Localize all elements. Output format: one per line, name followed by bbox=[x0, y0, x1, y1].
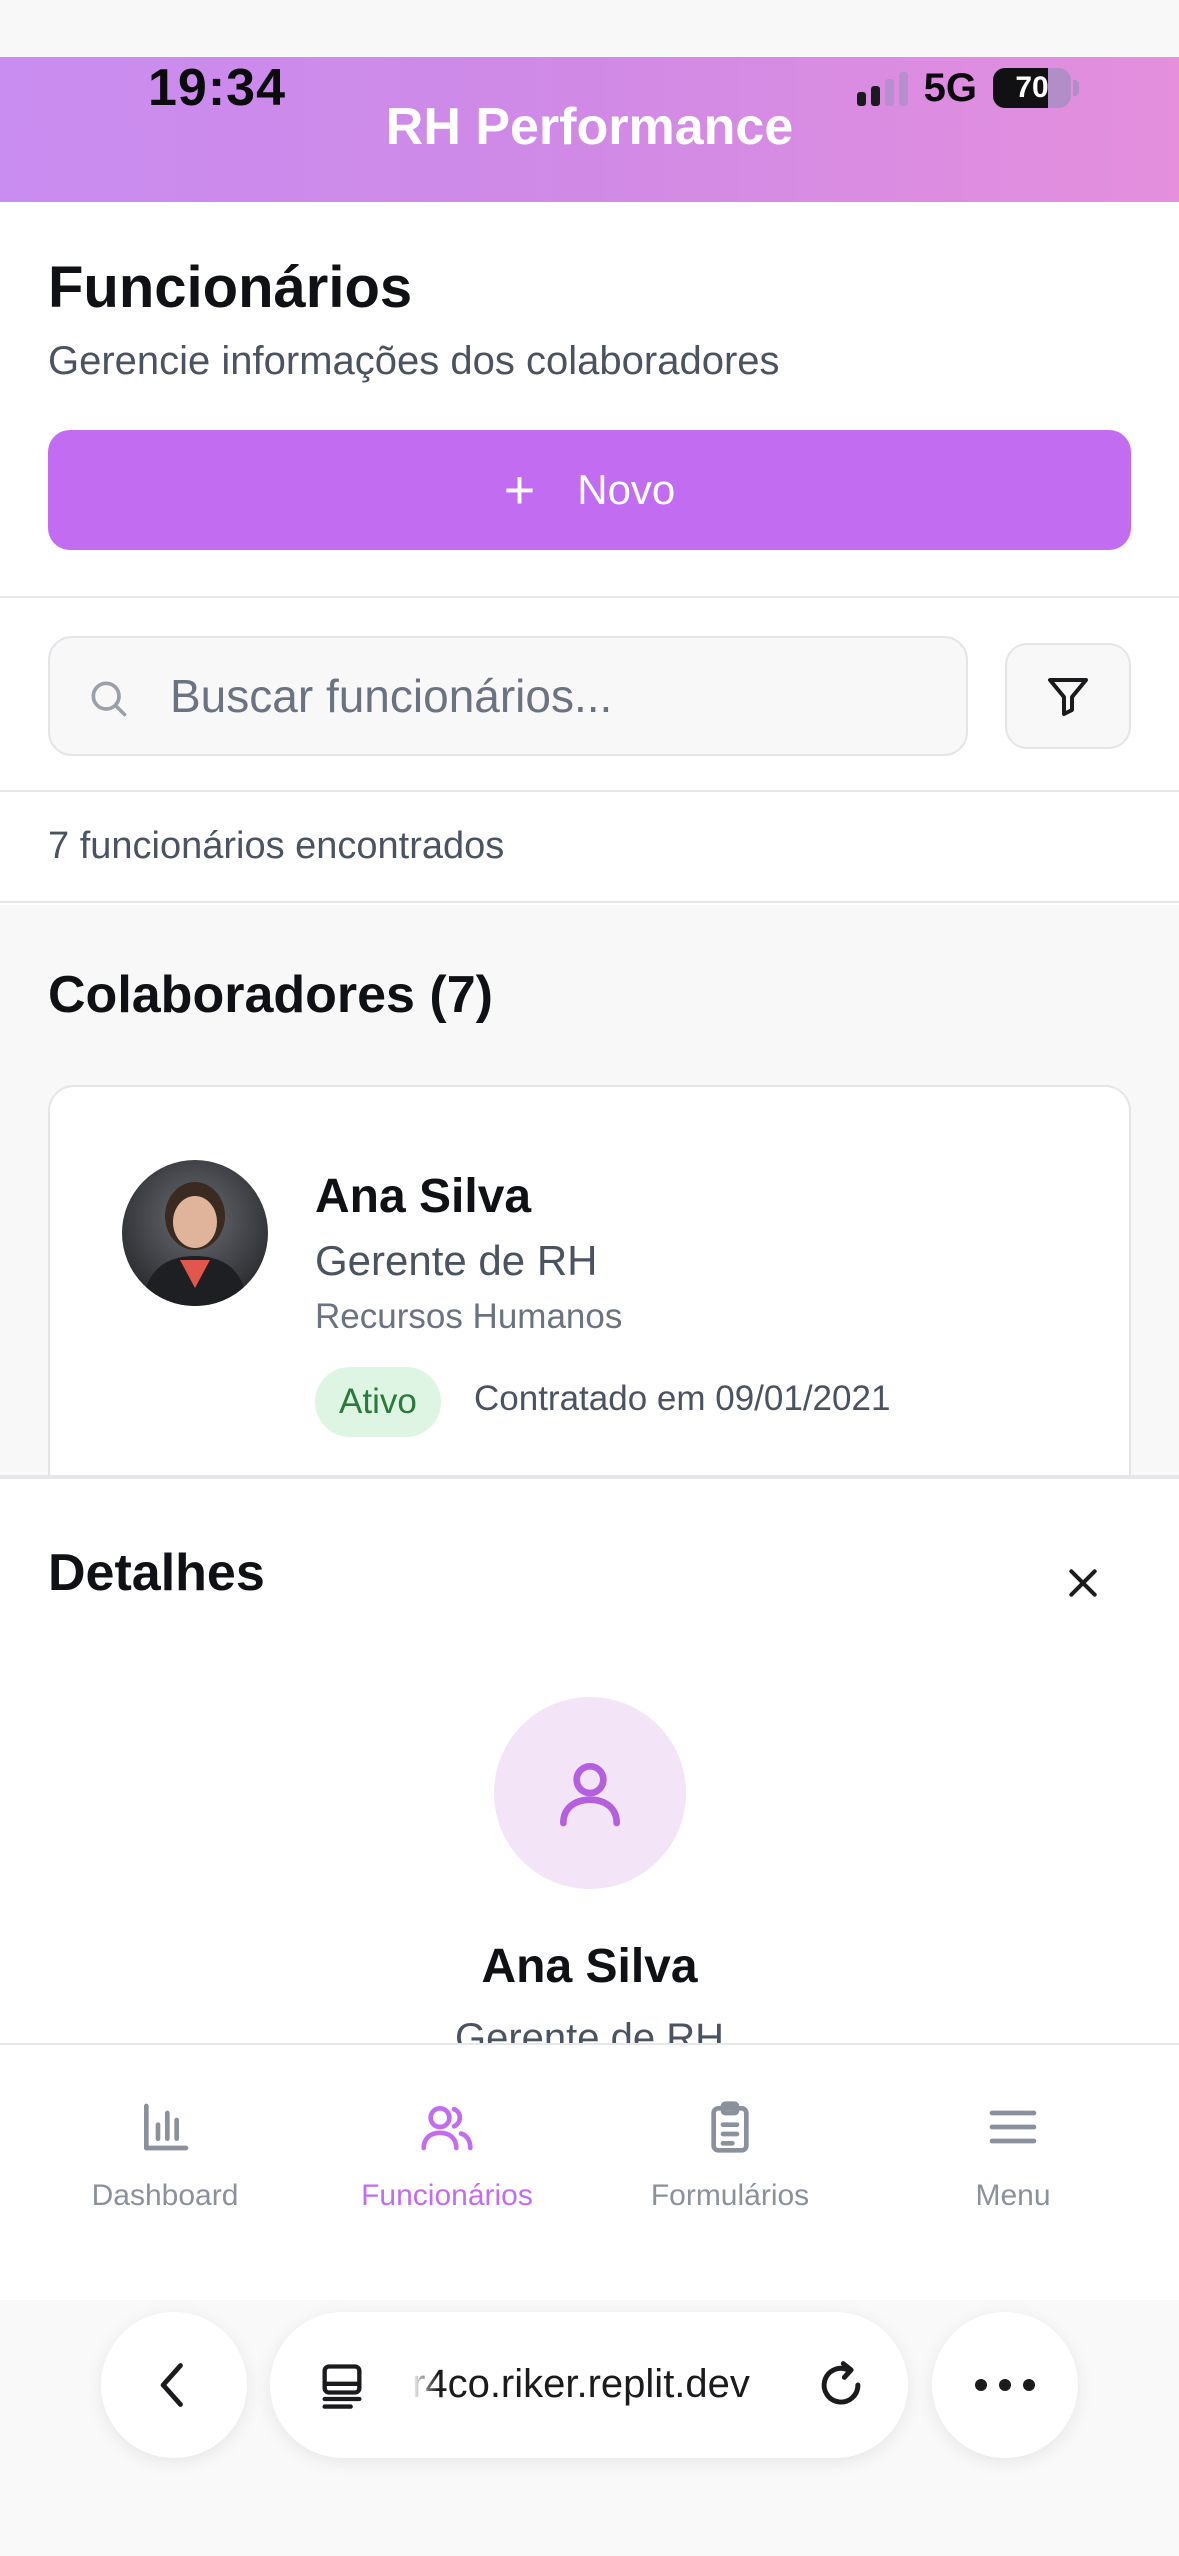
page-title: Funcionários bbox=[48, 255, 413, 320]
avatar bbox=[122, 1160, 268, 1306]
clipboard-list-icon bbox=[711, 2101, 749, 2153]
new-button-label: Novo bbox=[577, 466, 676, 513]
results-count: 7 funcionários encontrados bbox=[48, 825, 505, 867]
nav-item-menu[interactable]: Menu bbox=[883, 2099, 1143, 2213]
browser-back-button[interactable] bbox=[101, 2312, 247, 2458]
nav-label: Menu bbox=[975, 2179, 1051, 2212]
new-employee-button[interactable]: + Novo bbox=[48, 430, 1131, 550]
close-button[interactable] bbox=[1055, 1555, 1111, 1611]
more-button[interactable] bbox=[932, 2312, 1078, 2458]
nav-label: Funcionários bbox=[361, 2179, 533, 2212]
reload-icon[interactable] bbox=[814, 2358, 868, 2412]
employee-name: Ana Silva bbox=[315, 1170, 532, 1223]
users-icon bbox=[421, 2106, 473, 2151]
page-header: Funcionários Gerencie informações dos co… bbox=[0, 202, 1179, 598]
details-panel: Detalhes Ana Silva Gerente de RH bbox=[0, 1475, 1179, 2045]
nav-label: Dashboard bbox=[91, 2179, 239, 2212]
battery-icon: 70 bbox=[993, 68, 1071, 108]
nav-item-dashboard[interactable]: Dashboard bbox=[35, 2099, 295, 2213]
page-subtitle: Gerencie informações dos colaboradores bbox=[48, 339, 780, 383]
hire-date: Contratado em 09/01/2021 bbox=[474, 1379, 891, 1418]
filter-button[interactable] bbox=[1005, 643, 1131, 749]
status-badge: Ativo bbox=[315, 1367, 441, 1437]
address-bar[interactable]: r4co.riker.replit.dev bbox=[270, 2312, 908, 2458]
details-title: Detalhes bbox=[48, 1544, 265, 1602]
filter-icon bbox=[1048, 678, 1088, 716]
more-icon bbox=[975, 2379, 987, 2391]
chevron-left-icon bbox=[160, 2363, 183, 2407]
battery-nub bbox=[1073, 80, 1079, 96]
menu-icon bbox=[989, 2110, 1037, 2144]
employee-list: Colaboradores (7) Ana Silva Gerente de R… bbox=[0, 905, 1179, 1475]
list-title: Colaboradores (7) bbox=[48, 966, 493, 1024]
results-summary: 7 funcionários encontrados bbox=[0, 793, 1179, 903]
employee-card[interactable]: Ana Silva Gerente de RH Recursos Humanos… bbox=[48, 1085, 1131, 1475]
employee-department: Recursos Humanos bbox=[315, 1297, 623, 1336]
bar-chart-icon bbox=[144, 2103, 189, 2151]
tabs-icon bbox=[322, 2364, 362, 2409]
employee-role: Gerente de RH bbox=[315, 1237, 598, 1284]
search-bar bbox=[0, 600, 1179, 792]
nav-item-funcionarios[interactable]: Funcionários bbox=[317, 2099, 577, 2213]
url-fade bbox=[412, 2352, 438, 2418]
battery-level: 70 bbox=[1015, 71, 1049, 104]
search-icon bbox=[91, 681, 127, 717]
close-icon bbox=[1069, 1569, 1097, 1597]
status-bar-background bbox=[0, 0, 1179, 57]
nav-item-formularios[interactable]: Formulários bbox=[600, 2099, 860, 2213]
details-name: Ana Silva bbox=[481, 1940, 698, 1993]
details-role: Gerente de RH bbox=[454, 2016, 725, 2045]
details-avatar bbox=[494, 1697, 686, 1889]
search-input[interactable] bbox=[170, 638, 930, 754]
user-icon bbox=[560, 1763, 620, 1827]
nav-label: Formulários bbox=[650, 2179, 810, 2212]
browser-toolbar: r4co.riker.replit.dev bbox=[0, 2300, 1179, 2556]
url-text: r4co.riker.replit.dev bbox=[412, 2362, 750, 2406]
plus-icon: + bbox=[503, 460, 536, 520]
search-field[interactable] bbox=[48, 636, 968, 756]
